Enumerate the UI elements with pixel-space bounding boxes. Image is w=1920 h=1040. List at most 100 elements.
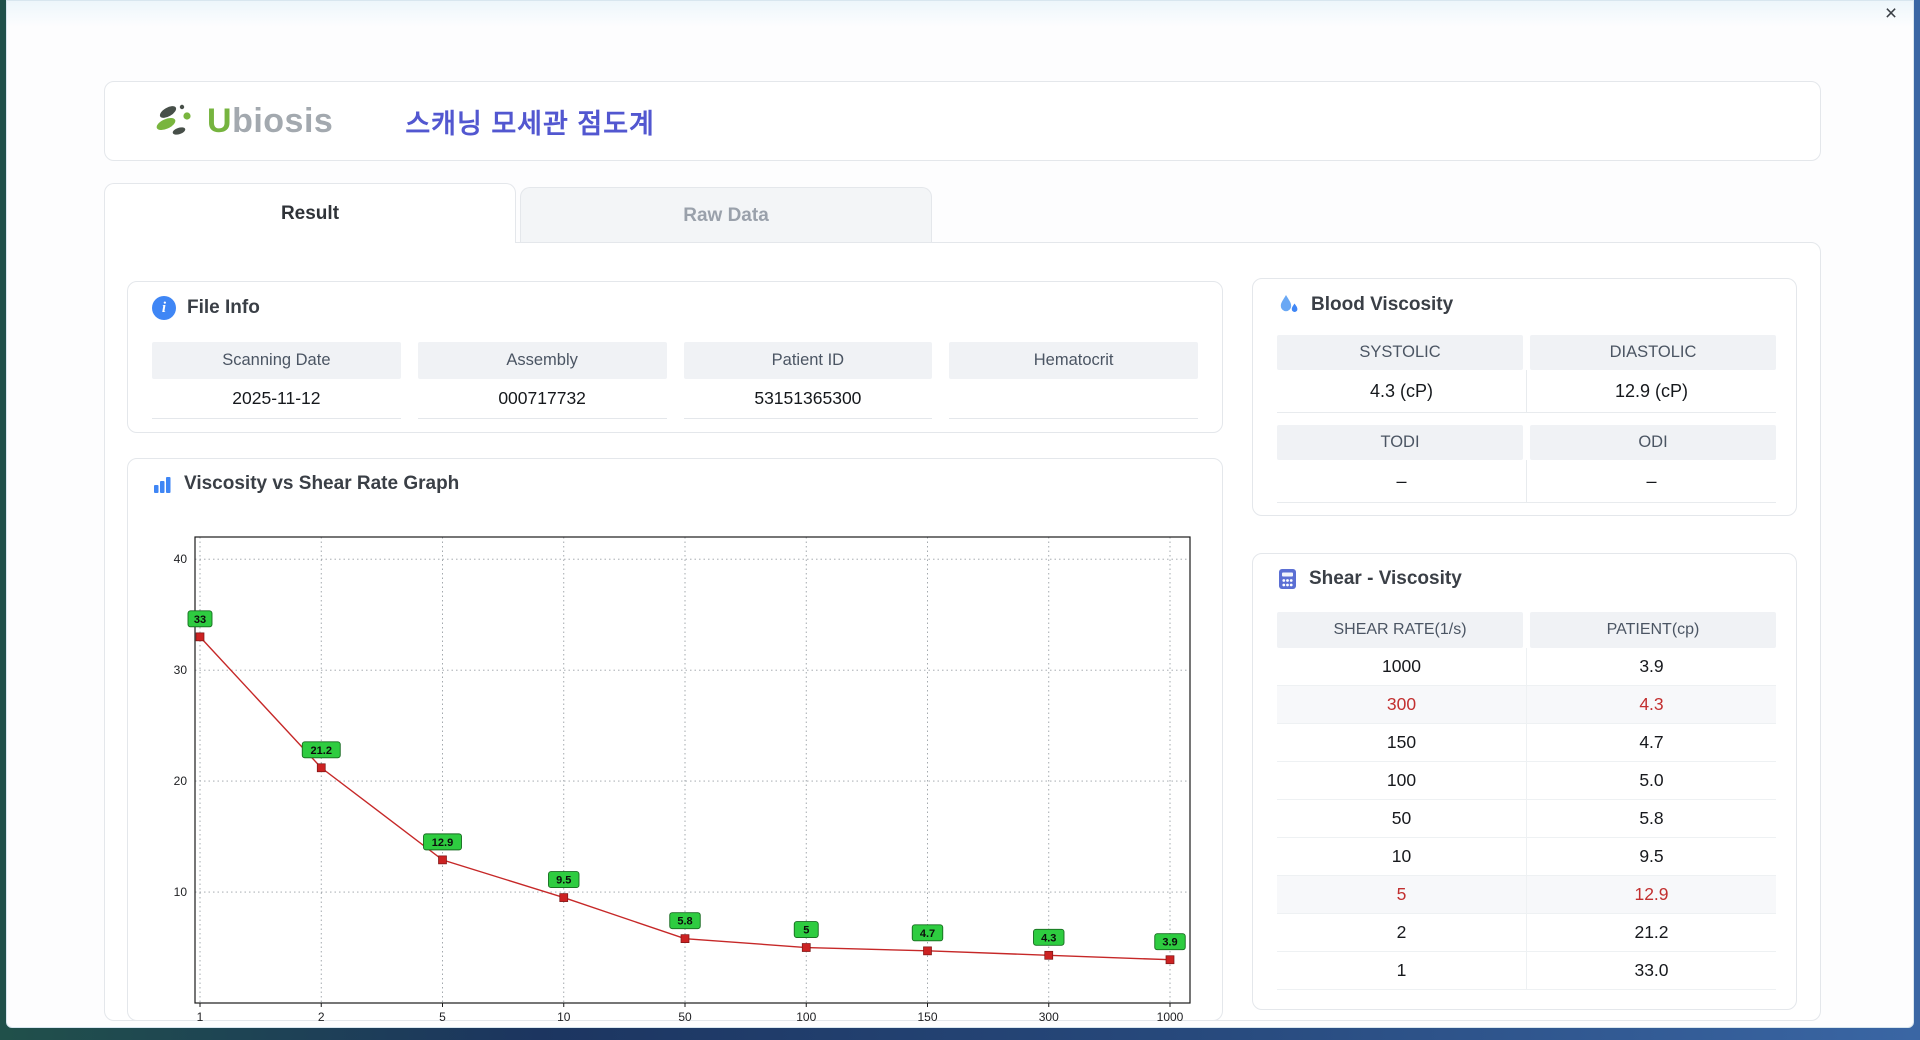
tab-result-label: Result (280, 202, 340, 224)
shear-rate-cell: 1000 (1277, 648, 1527, 685)
blood-value-cell: 12.9 (cP) (1527, 370, 1776, 413)
file-info-field: Hematocrit (949, 342, 1198, 419)
blood-value-cell: – (1277, 460, 1527, 503)
field-label: Assembly (417, 342, 667, 379)
tab-raw-data-label: Raw Data (683, 204, 769, 226)
patient-value-cell: 4.3 (1639, 694, 1664, 714)
file-info-card: i File Info Scanning Date 2025-11-12 Assem… (127, 281, 1223, 433)
graph-title: Viscosity vs Shear Rate Graph (184, 473, 460, 494)
field-value: 2025-11-12 (152, 379, 401, 419)
blood-value-row: 4.3 (cP) 12.9 (cP) (1277, 370, 1776, 413)
patient-value-cell: 21.2 (1634, 922, 1669, 942)
table-row: 100 5.0 (1277, 762, 1776, 800)
shear-rate-cell: 100 (1277, 762, 1527, 799)
tab-result[interactable]: Result (104, 183, 516, 243)
graph-card: Viscosity vs Shear Rate Graph 10 20 30 40 1 2… (127, 458, 1223, 1024)
calculator-icon (1279, 569, 1296, 589)
svg-text:2: 2 (318, 1010, 325, 1024)
blood-header-row: SYSTOLIC DIASTOLIC (1277, 335, 1776, 370)
shear-viscosity-header: Shear - Viscosity (1277, 568, 1462, 590)
blood-viscosity-table: SYSTOLIC DIASTOLIC 4.3 (cP) 12.9 (cP) TODI OD… (1277, 335, 1776, 503)
blood-header-cell: SYSTOLIC (1277, 335, 1523, 370)
svg-text:40: 40 (174, 552, 188, 566)
shear-table-header-row: SHEAR RATE(1/s) PATIENT(cp) (1277, 612, 1776, 648)
leaf-icon (156, 104, 191, 135)
table-row: 1000 3.9 (1277, 648, 1776, 686)
field-value (949, 379, 1198, 419)
svg-text:150: 150 (917, 1010, 937, 1024)
svg-text:50: 50 (678, 1010, 692, 1024)
table-row: 300 4.3 (1277, 686, 1776, 724)
patient-value-cell: 5.0 (1639, 770, 1664, 790)
shear-viscosity-card: Shear - Viscosity SHEAR RATE(1/s) PATIENT… (1252, 553, 1797, 1010)
table-row: 150 4.7 (1277, 724, 1776, 762)
patient-value-cell: 33.0 (1634, 960, 1669, 980)
graph-header: Viscosity vs Shear Rate Graph (152, 473, 459, 495)
blood-value-cell: 4.3 (cP) (1277, 370, 1527, 413)
field-value: 000717732 (417, 379, 667, 419)
svg-text:21.2: 21.2 (311, 745, 332, 757)
file-info-header: i File Info (152, 296, 260, 320)
blood-value-row: – – (1277, 460, 1776, 503)
table-row: 50 5.8 (1277, 800, 1776, 838)
tab-raw-data[interactable]: Raw Data (520, 187, 932, 243)
svg-text:33: 33 (194, 614, 206, 626)
field-label: Patient ID (683, 342, 933, 379)
close-icon[interactable]: × (1879, 2, 1903, 26)
svg-text:4.7: 4.7 (920, 928, 935, 940)
svg-text:10: 10 (174, 885, 188, 899)
shear-column-header: SHEAR RATE(1/s) (1277, 612, 1523, 648)
file-info-field: Assembly 000717732 (417, 342, 667, 419)
svg-text:1000: 1000 (1157, 1010, 1184, 1024)
shear-viscosity-title: Shear - Viscosity (1309, 568, 1462, 589)
svg-text:20: 20 (174, 774, 188, 788)
blood-header-cell: TODI (1277, 425, 1523, 460)
shear-rate-cell: 2 (1277, 914, 1527, 951)
window-titlebar: × (7, 1, 1913, 27)
blood-value-cell: – (1527, 460, 1776, 503)
blood-viscosity-header: Blood Viscosity (1277, 293, 1453, 316)
patient-value-cell: 9.5 (1639, 846, 1664, 866)
patient-value-cell: 3.9 (1639, 656, 1664, 676)
table-row: 2 21.2 (1277, 914, 1776, 952)
bar-chart-icon (154, 476, 171, 493)
shear-rate-cell: 150 (1277, 724, 1527, 761)
shear-table-body: 1000 3.9 300 4.3 150 4.7 100 5.0 50 5.8 10 9.5 5 12.9… (1277, 648, 1776, 990)
svg-text:4.3: 4.3 (1041, 932, 1056, 944)
result-panel: i File Info Scanning Date 2025-11-12 Assem… (104, 242, 1821, 1024)
svg-text:3.9: 3.9 (1162, 937, 1177, 949)
svg-text:1: 1 (197, 1010, 204, 1024)
logo-letter-u: U (207, 101, 233, 140)
svg-text:30: 30 (174, 663, 188, 677)
svg-text:9.5: 9.5 (556, 875, 571, 887)
field-label: Scanning Date (152, 342, 401, 379)
svg-text:10: 10 (557, 1010, 571, 1024)
patient-value-cell: 4.7 (1639, 732, 1664, 752)
blood-viscosity-title: Blood Viscosity (1311, 293, 1454, 315)
shear-rate-cell: 300 (1277, 686, 1527, 723)
info-icon: i (152, 296, 176, 320)
ubiosis-logo: Ubiosis (153, 101, 333, 141)
shear-column-header: PATIENT(cp) (1530, 612, 1776, 648)
droplets-icon (1280, 295, 1298, 312)
field-value: 53151365300 (683, 379, 933, 419)
header-card: Ubiosis 스캐닝 모세관 점도계 (104, 81, 1821, 161)
shear-rate-cell: 50 (1277, 800, 1527, 837)
file-info-field: Patient ID 53151365300 (683, 342, 933, 419)
patient-value-cell: 12.9 (1634, 884, 1669, 904)
file-info-title: File Info (187, 297, 260, 318)
desktop-background: × Ubiosis 스캐닝 모세관 점도계 Result Raw Data i … (0, 0, 1920, 1040)
field-label: Hematocrit (949, 342, 1198, 379)
shear-rate-cell: 5 (1277, 876, 1527, 913)
patient-value-cell: 5.8 (1639, 808, 1664, 828)
shear-rate-cell: 1 (1277, 952, 1527, 989)
shear-rate-cell: 10 (1277, 838, 1527, 875)
svg-text:12.9: 12.9 (432, 837, 453, 849)
table-row: 10 9.5 (1277, 838, 1776, 876)
shear-viscosity-table: SHEAR RATE(1/s) PATIENT(cp) 1000 3.9 300 4.3… (1277, 612, 1776, 990)
svg-text:5: 5 (439, 1010, 446, 1024)
blood-header-cell: DIASTOLIC (1530, 335, 1776, 370)
blood-header-row: TODI ODI (1277, 425, 1776, 460)
table-row: 1 33.0 (1277, 952, 1776, 990)
page-title: 스캐닝 모세관 점도계 (405, 108, 655, 139)
